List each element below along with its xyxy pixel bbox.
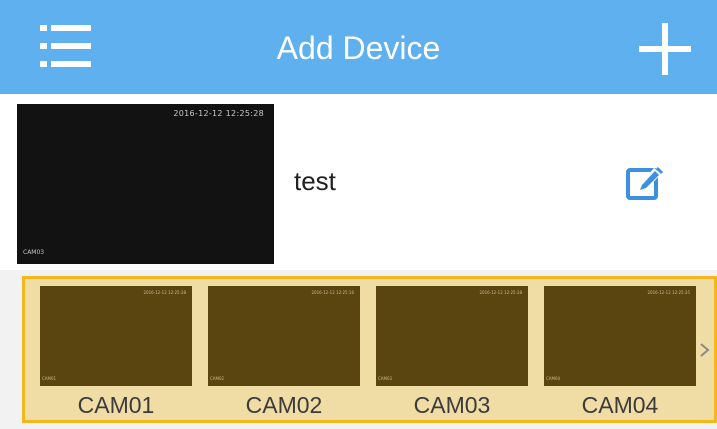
channel-item[interactable]: 2016-12-12 12:25:38 CAM03 CAM03 [376,286,528,420]
channel-label: CAM01 [77,392,155,418]
chevron-right-icon [700,343,710,357]
device-preview-thumbnail[interactable]: 2016-12-12 12:25:28 CAM03 [17,104,274,264]
channel-timestamp: 2016-12-12 12:25:38 [479,290,522,295]
channel-item[interactable]: 2016-12-12 12:25:16 CAM02 CAM02 [208,286,360,420]
channel-camera-tag: CAM01 [42,376,57,381]
channel-timestamp: 2016-12-12 12:25:35 [647,290,690,295]
scroll-right-button[interactable] [698,341,712,359]
channel-label: CAM03 [413,392,491,418]
edit-icon [626,167,663,200]
channel-camera-tag: CAM04 [546,376,561,381]
channel-label: CAM02 [245,392,323,418]
page-title: Add Device [276,30,441,66]
channel-camera-tag: CAM02 [210,376,225,381]
channel-label: CAM04 [581,392,659,418]
preview-camera-label: CAM03 [23,249,45,256]
preview-timestamp: 2016-12-12 12:25:28 [173,109,264,118]
channel-thumbnail: 2016-12-12 12:25:35 CAM04 [544,286,696,386]
channel-item[interactable]: 2016-12-12 12:25:38 CAM01 CAM01 [40,286,192,420]
channel-thumbnail: 2016-12-12 12:25:38 CAM01 [40,286,192,386]
channel-strip: 2016-12-12 12:25:38 CAM01 CAM01 2016-12-… [22,276,717,423]
channel-thumbnail: 2016-12-12 12:25:16 CAM02 [208,286,360,386]
channel-timestamp: 2016-12-12 12:25:16 [311,290,354,295]
app-header: Add Device [0,0,717,94]
channel-camera-tag: CAM03 [378,376,393,381]
channel-timestamp: 2016-12-12 12:25:38 [143,290,186,295]
device-list-item[interactable]: 2016-12-12 12:25:28 CAM03 test [0,94,717,270]
device-name: test [294,166,336,196]
channel-item[interactable]: 2016-12-12 12:25:35 CAM04 CAM04 [544,286,696,420]
edit-device-button[interactable] [624,162,666,204]
channel-thumbnail: 2016-12-12 12:25:38 CAM03 [376,286,528,386]
add-device-button[interactable] [636,20,694,78]
